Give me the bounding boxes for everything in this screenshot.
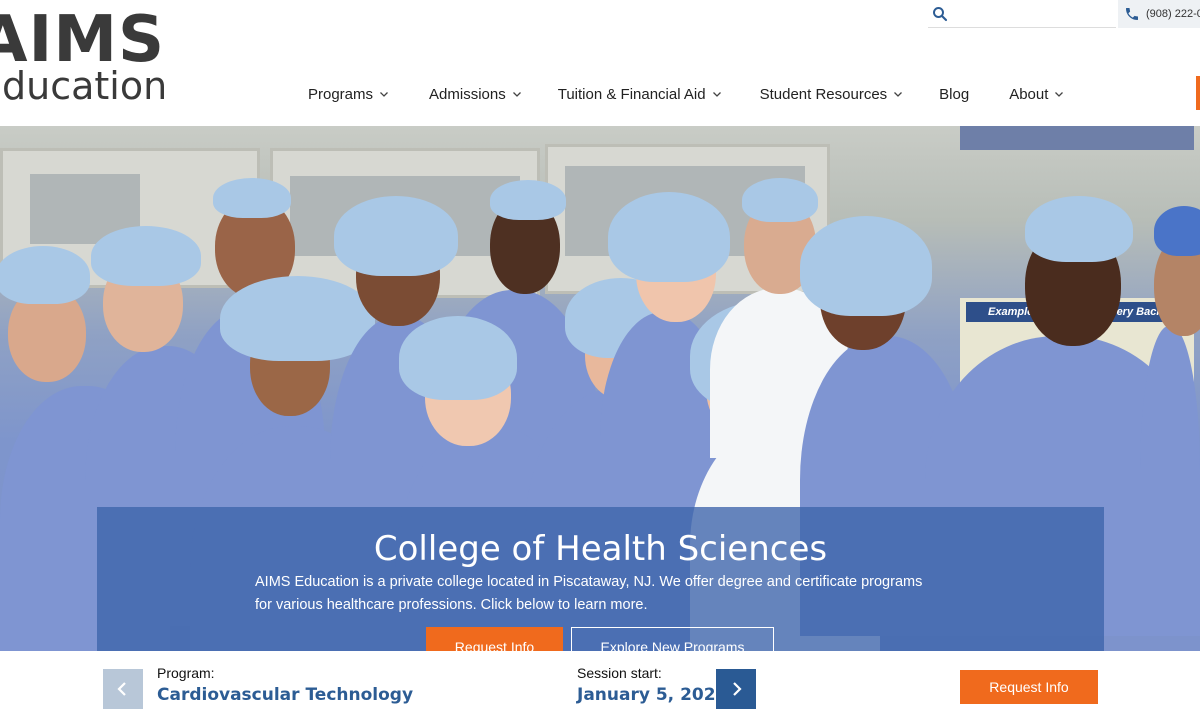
site-header: AIMS Education (908) 222-0002 Programs A… — [0, 0, 1200, 126]
phone-icon — [1126, 8, 1138, 20]
next-program-button[interactable] — [716, 669, 756, 709]
nav-label: Admissions — [429, 85, 506, 103]
program-bar: Program: Cardiovascular Technology Sessi… — [0, 651, 1200, 723]
search-icon[interactable] — [931, 5, 949, 23]
wall-poster — [960, 126, 1194, 150]
hero-description: AIMS Education is a private college loca… — [255, 574, 923, 613]
search-bar — [928, 0, 1116, 28]
chevron-down-icon — [712, 92, 721, 97]
site-logo[interactable]: AIMS Education — [0, 8, 167, 106]
chevron-right-icon — [733, 682, 742, 696]
header-accent-tab[interactable] — [1196, 76, 1200, 110]
request-info-button[interactable]: Request Info — [426, 627, 563, 651]
chevron-down-icon — [894, 92, 903, 97]
nav-item-student-resources[interactable]: Student Resources — [760, 86, 904, 103]
phone-number: (908) 222-0002 — [1146, 8, 1200, 20]
chevron-down-icon — [380, 92, 388, 97]
hero-title: College of Health Sciences — [373, 529, 828, 569]
session-label: Session start: — [577, 665, 662, 681]
chevron-down-icon — [1055, 92, 1064, 97]
nav-label: About — [1009, 85, 1049, 103]
chevron-left-icon — [117, 682, 126, 696]
search-input[interactable] — [949, 0, 1109, 27]
hero-banner: Example of Vaginal Surgery Back Table — [0, 126, 1200, 651]
nav-label: Student Resources — [759, 85, 888, 103]
session-value: January 5, 2026 — [577, 685, 728, 705]
nav-item-about[interactable]: About — [1009, 86, 1064, 103]
program-label: Program: — [157, 665, 215, 681]
logo-line-2: Education — [0, 64, 168, 108]
program-value[interactable]: Cardiovascular Technology — [157, 685, 413, 705]
nav-item-blog[interactable]: Blog — [939, 86, 969, 103]
nav-label: Tuition & Financial Aid — [557, 85, 706, 103]
previous-program-button[interactable] — [103, 669, 143, 709]
main-nav: Programs Admissions Tuition & Financial … — [308, 84, 1064, 104]
nav-item-programs[interactable]: Programs — [308, 86, 389, 103]
bottom-request-info-button[interactable]: Request Info — [960, 670, 1098, 704]
explore-programs-button[interactable]: Explore New Programs — [571, 627, 774, 651]
chevron-down-icon — [512, 92, 521, 97]
nav-label: Blog — [939, 85, 970, 103]
logo-line-1: AIMS — [0, 3, 166, 77]
hero-info-panel: College of Health Sciences AIMS Educatio… — [97, 507, 1104, 651]
nav-item-tuition[interactable]: Tuition & Financial Aid — [558, 86, 722, 103]
nav-label: Programs — [308, 85, 374, 103]
phone-contact[interactable]: (908) 222-0002 — [1118, 0, 1200, 28]
nav-item-admissions[interactable]: Admissions — [429, 86, 522, 103]
